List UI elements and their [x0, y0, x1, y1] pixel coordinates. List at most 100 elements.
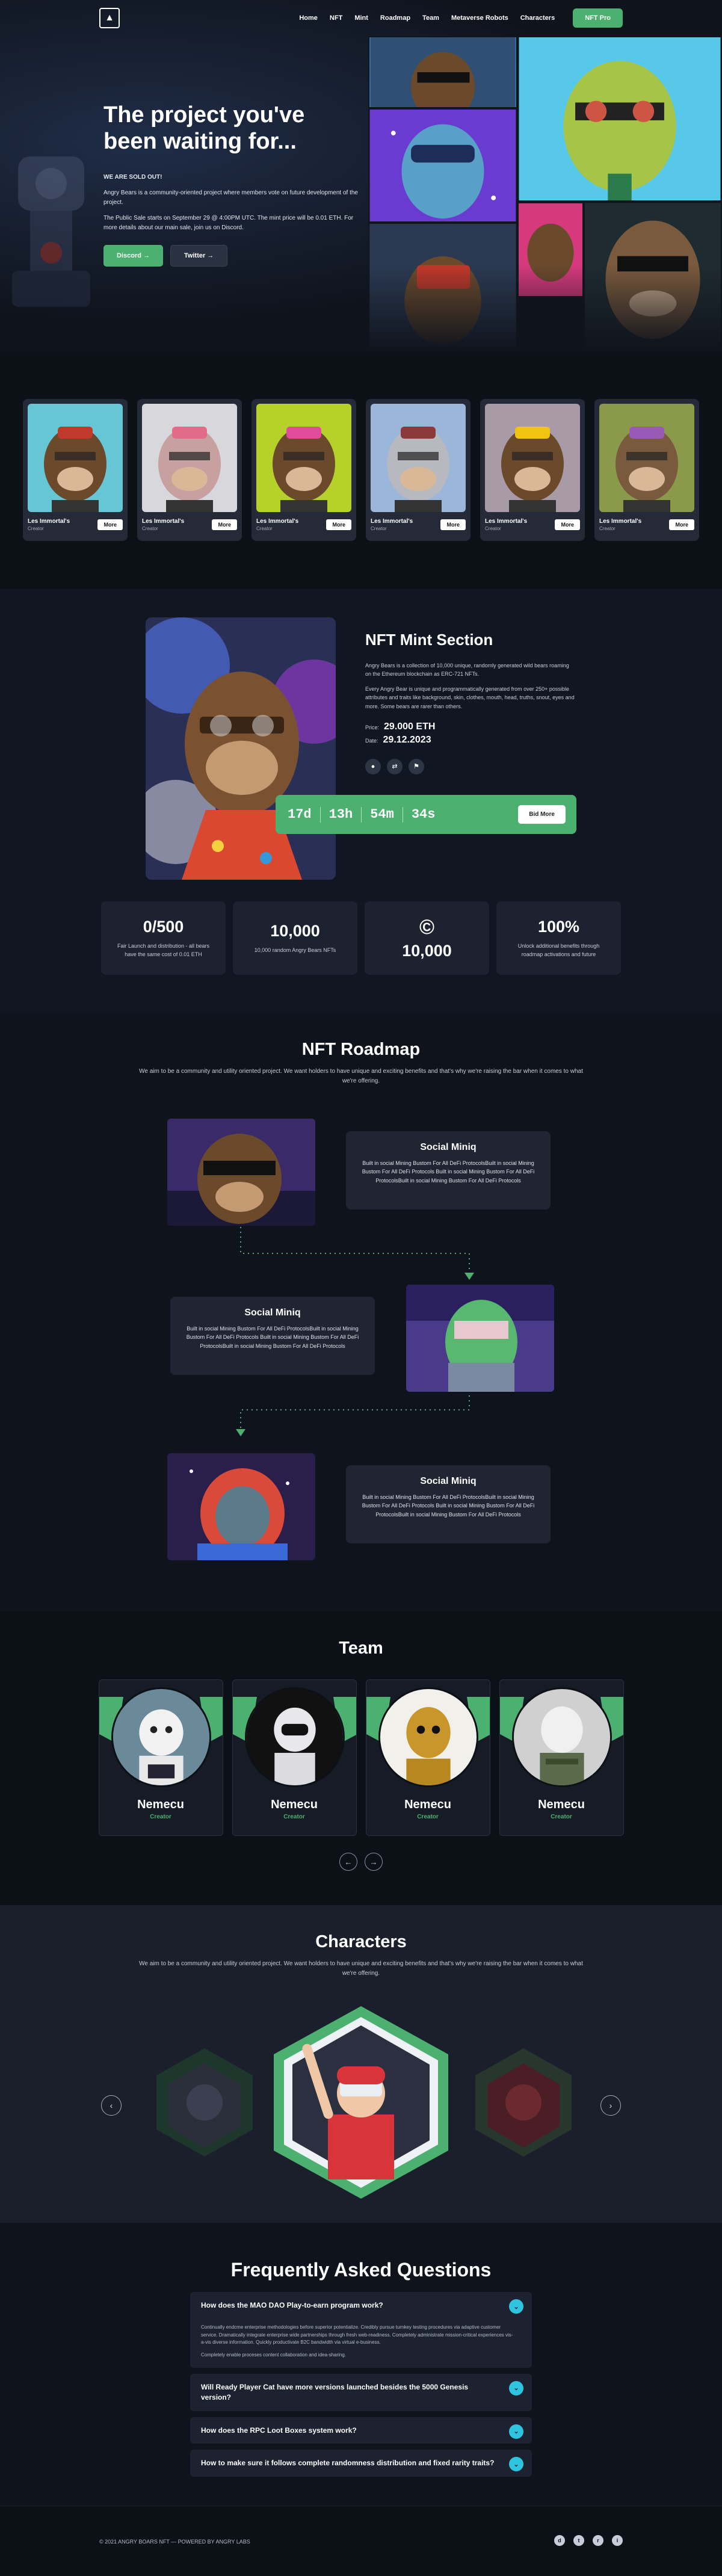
team-member-name: Nemecu — [271, 1798, 318, 1811]
card-name: Les Immortal's — [485, 518, 528, 525]
nav-link-home[interactable]: Home — [299, 14, 318, 22]
faq-question[interactable]: How to make sure it follows complete ran… — [201, 2458, 521, 2468]
bid-more-button[interactable]: Bid More — [518, 805, 566, 824]
nav-link-metaverse-robots[interactable]: Metaverse Robots — [451, 14, 508, 22]
nft-image — [599, 404, 694, 512]
ape-tile-2 — [517, 36, 722, 202]
more-button[interactable]: More — [326, 519, 351, 530]
stat-caption: 10,000 random Angry Bears NFTs — [254, 947, 336, 953]
faq-answer: Completely enable proceses content colla… — [201, 2352, 347, 2358]
faq-question[interactable]: How does the RPC Loot Boxes system work? — [201, 2426, 521, 2436]
team-member-card[interactable]: Nemecu Creator — [499, 1679, 624, 1836]
share-icon[interactable]: ⇄ — [387, 758, 403, 774]
chevron-down-icon[interactable]: ⌄ — [509, 2299, 523, 2314]
more-button[interactable]: More — [97, 519, 123, 530]
faq-title: Frequently Asked Questions — [230, 2259, 492, 2281]
roadmap-image-3 — [167, 1453, 315, 1560]
ape-tile-3 — [368, 108, 517, 223]
card-name: Les Immortal's — [256, 518, 299, 525]
mint-description-2: Every Angry Bear is unique and programma… — [365, 685, 575, 709]
faq-item[interactable]: How does the MAO DAO Play-to-earn progra… — [190, 2292, 532, 2368]
roadmap-section: NFT Roadmap We aim to be a community and… — [0, 1013, 722, 1611]
arrow-left-icon[interactable]: ← — [339, 1853, 357, 1871]
nft-card[interactable]: Les Immortal's Creator More — [480, 399, 585, 541]
faq-question[interactable]: How does the MAO DAO Play-to-earn progra… — [201, 2300, 521, 2311]
arrow-right-icon[interactable]: → — [365, 1853, 383, 1871]
chevron-down-icon[interactable]: ⌄ — [509, 2380, 523, 2395]
more-button[interactable]: More — [669, 519, 694, 530]
stat-value: 0/500 — [143, 918, 184, 936]
team-member-card[interactable]: Nemecu Creator — [232, 1679, 357, 1836]
faq-list: How does the MAO DAO Play-to-earn progra… — [190, 2292, 532, 2477]
footer: © 2021 ANGRY BOARS NFT — POWERED BY ANGR… — [0, 2506, 722, 2576]
roadmap-subtitle: We aim to be a community and utility ori… — [139, 1068, 583, 1084]
nft-card[interactable]: Les Immortal's Creator More — [23, 399, 128, 541]
nft-image — [256, 404, 351, 512]
mint-price: Price: 29.000 ETH — [365, 721, 576, 732]
nft-pro-button[interactable]: NFT Pro — [573, 8, 623, 28]
faq-question[interactable]: Will Ready Player Cat have more versions… — [201, 2382, 521, 2403]
discord-button[interactable]: Discord → — [103, 245, 164, 267]
chevron-down-icon[interactable]: ⌄ — [509, 2457, 523, 2472]
discord-icon[interactable]: d — [554, 2535, 565, 2546]
chevron-left-icon[interactable]: ‹ — [101, 2095, 122, 2116]
hero-title-line2: been waiting for... — [103, 128, 297, 154]
flag-icon[interactable]: ⚑ — [409, 758, 424, 774]
timer-days: 17d — [288, 807, 312, 822]
chevron-right-icon[interactable]: › — [600, 2095, 621, 2116]
eye-icon[interactable]: ● — [365, 758, 381, 774]
roadmap-card-text: Built in social Mining Bustom For All De… — [362, 1160, 535, 1184]
roadmap-card-title: Social Miniq — [420, 1476, 477, 1486]
team-member-card[interactable]: Nemecu Creator — [365, 1679, 490, 1836]
sold-out-label: WE ARE SOLD OUT! — [103, 174, 162, 181]
ape-logo-icon[interactable]: ▲ — [99, 8, 120, 28]
nav-link-roadmap[interactable]: Roadmap — [380, 14, 410, 22]
twitter-icon[interactable]: t — [573, 2535, 584, 2546]
nft-card[interactable]: Les Immortal's Creator More — [366, 399, 471, 541]
chevron-down-icon[interactable]: ⌄ — [509, 2424, 523, 2439]
nav-link-mint[interactable]: Mint — [354, 14, 368, 22]
date-value: 29.12.2023 — [383, 734, 431, 745]
twitter-button[interactable]: Twitter → — [170, 245, 228, 267]
nav-link-nft[interactable]: NFT — [330, 14, 342, 22]
hero-section: The project you've been waiting for... W… — [0, 0, 722, 352]
stat-box: 0/500 Fair Launch and distribution - all… — [101, 901, 226, 975]
hero-paragraph-2: The Public Sale starts on September 29 @… — [103, 215, 354, 232]
stat-box: 100% Unlock additional benefits through … — [496, 901, 621, 975]
nft-image — [28, 404, 123, 512]
roadmap-card-title: Social Miniq — [244, 1308, 301, 1318]
date-label: Date: — [365, 737, 378, 744]
nft-image — [485, 404, 580, 512]
more-button[interactable]: More — [212, 519, 237, 530]
mint-info: NFT Mint Section Angry Bears is a collec… — [365, 631, 576, 774]
mint-stats-row: 0/500 Fair Launch and distribution - all… — [101, 901, 621, 975]
team-member-name: Nemecu — [404, 1798, 451, 1811]
card-role: Creator — [142, 526, 158, 531]
nft-card[interactable]: Les Immortal's Creator More — [594, 399, 699, 541]
stat-box: © 10,000 — [365, 901, 489, 975]
reddit-icon[interactable]: r — [593, 2535, 603, 2546]
faq-item[interactable]: How to make sure it follows complete ran… — [190, 2450, 532, 2477]
team-member-role: Creator — [150, 1814, 171, 1820]
roadmap-image-2 — [406, 1285, 554, 1392]
faq-item[interactable]: How does the RPC Loot Boxes system work?… — [190, 2417, 532, 2444]
more-button[interactable]: More — [440, 519, 466, 530]
faq-item[interactable]: Will Ready Player Cat have more versions… — [190, 2373, 532, 2411]
stat-box: 10,000 10,000 random Angry Bears NFTs — [233, 901, 357, 975]
team-member-role: Creator — [417, 1814, 439, 1820]
team-member-card[interactable]: Nemecu Creator — [98, 1679, 223, 1836]
hero-buttons: Discord → Twitter → — [103, 245, 368, 267]
more-button[interactable]: More — [555, 519, 580, 530]
mint-ape-image — [146, 617, 336, 880]
nft-card[interactable]: Les Immortal's Creator More — [137, 399, 242, 541]
card-role: Creator — [256, 526, 273, 531]
avatar — [244, 1687, 345, 1787]
mint-section: NFT Mint Section Angry Bears is a collec… — [0, 588, 722, 1013]
nft-card[interactable]: Les Immortal's Creator More — [251, 399, 356, 541]
card-role: Creator — [28, 526, 44, 531]
characters-section: Characters We aim to be a community and … — [0, 1905, 722, 2223]
nav-link-characters[interactable]: Characters — [520, 14, 555, 22]
instagram-icon[interactable]: i — [612, 2535, 623, 2546]
team-pager: ← → — [0, 1853, 722, 1871]
nav-link-team[interactable]: Team — [422, 14, 439, 22]
